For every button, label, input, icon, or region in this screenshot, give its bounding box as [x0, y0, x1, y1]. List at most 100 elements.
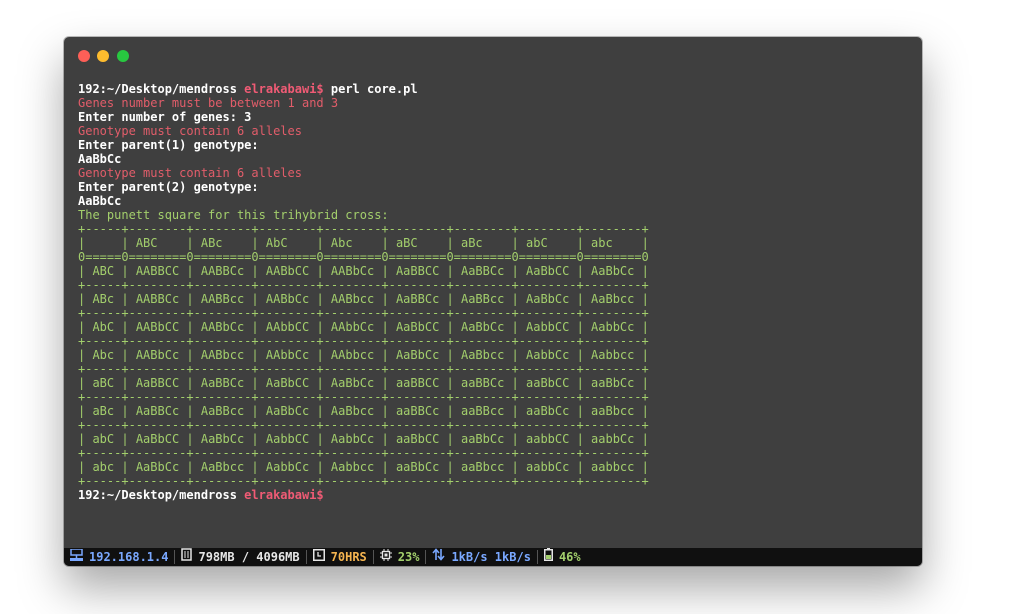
table-cell-genotype: AABbcc [193, 348, 252, 362]
cpu-segment: 23% [374, 548, 426, 566]
row-header-gamete: Abc [85, 348, 122, 362]
table-cell-genotype: aaBbcc [453, 460, 512, 474]
table-cell-genotype: AaBbCc [388, 348, 447, 362]
table-cell-genotype: AaBbcc [323, 404, 382, 418]
cpu-usage: 23% [397, 550, 420, 564]
column-header-gamete: aBc [453, 236, 512, 250]
table-border: +-----+--------+--------+--------+------… [78, 418, 649, 432]
table-header-divider: 0=====0========0========0========0======… [78, 250, 649, 264]
table-cell-genotype: aabbcc [583, 460, 642, 474]
table-cell-genotype: AABBCC [128, 264, 187, 278]
clock-icon [312, 548, 325, 566]
input-line: AaBbCc [78, 194, 122, 208]
row-header-gamete: abC [85, 432, 122, 446]
table-cell-genotype: aaBbCC [518, 376, 577, 390]
terminal-window[interactable]: 192:~/Desktop/mendross elrakabawi$ perl … [64, 37, 922, 566]
table-cell-genotype: AAbbcc [323, 348, 382, 362]
uptime-segment: 70HRS [307, 548, 373, 566]
table-cell-genotype: AABbCc [128, 348, 187, 362]
table-cell-genotype: AaBBCC [388, 264, 447, 278]
table-cell-genotype: AabbCc [258, 460, 317, 474]
table-cell-genotype: AABbCc [258, 292, 317, 306]
close-button[interactable] [78, 50, 90, 62]
table-cell-genotype: aaBbCc [518, 404, 577, 418]
table-border: +-----+--------+--------+--------+------… [78, 278, 649, 292]
table-header-row: | | ABC | ABc | AbC | Abc | aBC | aBc | … [78, 236, 649, 250]
row-header-gamete: AbC [85, 320, 122, 334]
table-cell-genotype: AaBbCC [388, 320, 447, 334]
table-cell-genotype: Aabbcc [583, 348, 642, 362]
table-row: | ABC | AABBCC | AABBCc | AABbCC | AABbC… [78, 264, 649, 278]
zoom-button[interactable] [117, 50, 129, 62]
table-border: +-----+--------+--------+--------+------… [78, 390, 649, 404]
network-segment: 1kB/s 1kB/s [426, 548, 536, 566]
input-prompt-line: Enter parent(1) genotype: [78, 138, 259, 152]
error-line: Genes number must be between 1 and 3 [78, 96, 339, 110]
table-cell-genotype: AaBBCc [193, 376, 252, 390]
table-row: | Abc | AABbCc | AABbcc | AAbbCc | AAbbc… [78, 348, 649, 362]
prompt-user: elrakabawi$ [244, 82, 324, 96]
table-cell-genotype: AabbCc [323, 432, 382, 446]
terminal-output[interactable]: 192:~/Desktop/mendross elrakabawi$ perl … [78, 82, 912, 502]
table-cell-genotype: AaBbCC [258, 376, 317, 390]
input-line: AaBbCc [78, 152, 122, 166]
column-header-gamete: ABc [193, 236, 252, 250]
table-row: | abC | AaBbCC | AaBbCc | AabbCC | AabbC… [78, 432, 649, 446]
table-cell-genotype: AAbbCc [258, 348, 317, 362]
table-cell-genotype: AABbcc [323, 292, 382, 306]
battery-segment: 46% [538, 548, 587, 566]
table-cell-genotype: AaBBCc [453, 264, 512, 278]
table-cell-genotype: aaBbcc [583, 404, 642, 418]
table-cell-genotype: AaBBCc [128, 404, 187, 418]
table-cell-genotype: aaBbCC [388, 432, 447, 446]
table-cell-genotype: AabbCC [518, 320, 577, 334]
uptime-value: 70HRS [330, 550, 367, 564]
minimize-button[interactable] [97, 50, 109, 62]
table-cell-genotype: aabbCc [518, 460, 577, 474]
prompt-host-path: 192:~/Desktop/mendross [78, 82, 245, 96]
punnett-square-table: +-----+--------+--------+--------+------… [78, 222, 912, 488]
row-header-gamete: ABc [85, 292, 122, 306]
table-cell-genotype: AaBbCc [323, 376, 382, 390]
cpu-icon [379, 548, 392, 566]
ip-segment: 192.168.1.4 [64, 548, 174, 566]
row-header-gamete: ABC [85, 264, 122, 278]
table-row: | AbC | AABbCC | AABbCc | AAbbCC | AAbbC… [78, 320, 649, 334]
table-cell-genotype: AabbCc [583, 320, 642, 334]
column-header-gamete: abc [583, 236, 642, 250]
table-row: | aBc | AaBBCc | AaBBcc | AaBbCc | AaBbc… [78, 404, 649, 418]
table-cell-genotype: aabbCc [583, 432, 642, 446]
memory-icon [181, 548, 193, 566]
table-cell-genotype: AaBBcc [193, 404, 252, 418]
table-cell-genotype: AaBbCc [453, 320, 512, 334]
network-icon [70, 548, 83, 566]
row-header-gamete: aBC [85, 376, 122, 390]
table-border: +-----+--------+--------+--------+------… [78, 306, 649, 320]
prompt-line: 192:~/Desktop/mendross elrakabawi$ perl … [78, 82, 912, 96]
table-border: +-----+--------+--------+--------+------… [78, 474, 649, 488]
table-row: | abc | AaBbCc | AaBbcc | AabbCc | Aabbc… [78, 460, 649, 474]
table-cell-genotype: AABbCC [258, 264, 317, 278]
table-cell-genotype: AaBbCc [258, 404, 317, 418]
table-border: +-----+--------+--------+--------+------… [78, 222, 649, 236]
row-header-gamete: abc [85, 460, 122, 474]
ip-address: 192.168.1.4 [89, 550, 169, 564]
table-cell-genotype: AABBCc [193, 264, 252, 278]
column-header-gamete: Abc [323, 236, 382, 250]
prompt-host-path: 192:~/Desktop/mendross [78, 488, 245, 502]
table-cell-genotype: AAbbCC [258, 320, 317, 334]
table-cell-genotype: AABbCc [323, 264, 382, 278]
table-cell-genotype: aaBBcc [453, 404, 512, 418]
battery-level: 46% [558, 550, 581, 564]
table-cell-genotype: AaBBCc [388, 292, 447, 306]
table-cell-genotype: aabbCC [518, 432, 577, 446]
input-line: Enter number of genes: 3 [78, 110, 252, 124]
table-cell-genotype: AaBbcc [583, 292, 642, 306]
table-cell-genotype: AaBbCc [193, 432, 252, 446]
table-cell-genotype: aaBbCc [583, 376, 642, 390]
final-prompt-line[interactable]: 192:~/Desktop/mendross elrakabawi$ [78, 488, 912, 502]
column-header-gamete: aBC [388, 236, 447, 250]
table-cell-genotype: aaBBCc [388, 404, 447, 418]
table-cell-genotype: AaBbCc [583, 264, 642, 278]
table-cell-genotype: AabbCc [518, 348, 577, 362]
